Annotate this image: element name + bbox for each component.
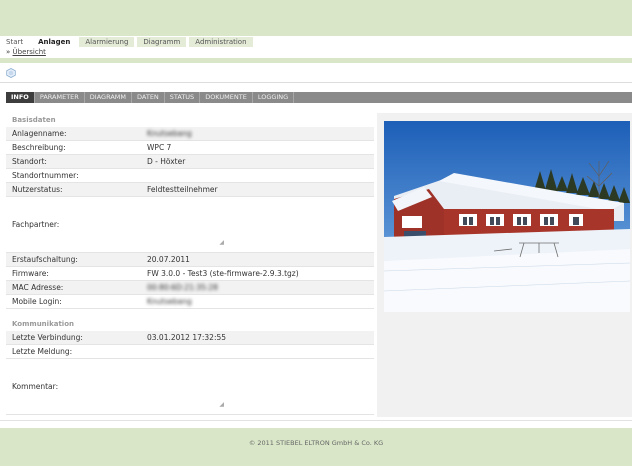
label-standortnummer: Standortnummer: [12, 171, 79, 180]
value-fachpartner [147, 197, 374, 252]
value-letzte-verbindung: 03.01.2012 17:32:55 [147, 333, 227, 342]
tab-info[interactable]: INFO [6, 92, 35, 103]
resize-handle-icon[interactable]: ◢ [219, 398, 224, 411]
row-kommentar: Kommentar: ◢ [6, 359, 374, 415]
footer: © 2011 STIEBEL ELTRON GmbH & Co. KG [0, 428, 632, 466]
copyright-text: © 2011 STIEBEL ELTRON GmbH & Co. KG [248, 439, 384, 447]
value-letzte-meldung [147, 345, 374, 358]
row-mobile-login: Mobile Login: Knutsebang [6, 295, 374, 309]
label-kommentar: Kommentar: [12, 382, 59, 391]
breadcrumb-bar [0, 47, 632, 58]
tab-diagramm-sub[interactable]: DIAGRAMM [85, 92, 133, 103]
value-standort: D - Höxter [147, 157, 186, 166]
breadcrumb-link-uebersicht[interactable]: Übersicht [13, 48, 46, 56]
value-standortnummer [147, 169, 374, 182]
value-anlagenname: Knutsebang [147, 129, 192, 138]
footer-divider [0, 420, 632, 421]
label-anlagenname: Anlagenname: [12, 129, 67, 138]
breadcrumb-prefix: » [6, 48, 11, 56]
section-title-kommunikation: Kommunikation [12, 320, 74, 328]
row-letzte-verbindung: Letzte Verbindung: 03.01.2012 17:32:55 [6, 331, 374, 345]
row-standortnummer: Standortnummer: [6, 169, 374, 183]
value-mobile-login: Knutsebang [147, 297, 192, 306]
tab-administration[interactable]: Administration [189, 37, 253, 47]
label-nutzerstatus: Nutzerstatus: [12, 185, 63, 194]
row-nutzerstatus: Nutzerstatus: Feldtestteilnehmer [6, 183, 374, 197]
divider-band [0, 58, 632, 63]
header-band [0, 0, 632, 36]
value-erstaufschaltung: 20.07.2011 [147, 255, 190, 264]
row-fachpartner: Fachpartner: ◢ [6, 197, 374, 253]
section-title-basisdaten: Basisdaten [12, 116, 56, 124]
tab-start[interactable]: Start [0, 37, 29, 47]
label-mobile-login: Mobile Login: [12, 297, 62, 306]
row-letzte-meldung: Letzte Meldung: [6, 345, 374, 359]
row-anlagenname: Anlagenname: Knutsebang [6, 127, 374, 141]
breadcrumb: » Übersicht [6, 48, 46, 56]
tab-daten[interactable]: DATEN [132, 92, 165, 103]
tab-alarmierung[interactable]: Alarmierung [79, 37, 135, 47]
resize-handle-icon[interactable]: ◢ [219, 236, 224, 249]
tab-status[interactable]: STATUS [165, 92, 201, 103]
divider [0, 82, 632, 83]
sub-nav: INFO PARAMETER DIAGRAMM DATEN STATUS DOK… [6, 92, 632, 103]
label-erstaufschaltung: Erstaufschaltung: [12, 255, 78, 264]
value-beschreibung: WPC 7 [147, 143, 172, 152]
tab-diagramm[interactable]: Diagramm [137, 37, 187, 47]
label-letzte-meldung: Letzte Meldung: [12, 347, 73, 356]
photo-panel [377, 113, 632, 417]
tab-anlagen[interactable]: Anlagen [32, 37, 77, 47]
value-kommentar [147, 359, 374, 414]
tab-parameter[interactable]: PARAMETER [35, 92, 85, 103]
row-mac-adresse: MAC Adresse: 00:80:6D:21:35:28 [6, 281, 374, 295]
row-firmware: Firmware: FW 3.0.0 - Test3 (ste-firmware… [6, 267, 374, 281]
label-mac-adresse: MAC Adresse: [12, 283, 64, 292]
value-firmware: FW 3.0.0 - Test3 (ste-firmware-2.9.3.tgz… [147, 269, 299, 278]
value-nutzerstatus: Feldtestteilnehmer [147, 185, 218, 194]
hexagon-icon[interactable] [6, 68, 16, 78]
main-nav: Start Anlagen Alarmierung Diagramm Admin… [0, 36, 256, 47]
label-beschreibung: Beschreibung: [12, 143, 66, 152]
label-fachpartner: Fachpartner: [12, 220, 60, 229]
row-standort: Standort: D - Höxter [6, 155, 374, 169]
value-mac-adresse: 00:80:6D:21:35:28 [147, 283, 218, 292]
row-beschreibung: Beschreibung: WPC 7 [6, 141, 374, 155]
label-standort: Standort: [12, 157, 47, 166]
label-firmware: Firmware: [12, 269, 49, 278]
device-icon-row [6, 68, 16, 80]
label-letzte-verbindung: Letzte Verbindung: [12, 333, 83, 342]
tab-dokumente[interactable]: DOKUMENTE [200, 92, 253, 103]
row-erstaufschaltung: Erstaufschaltung: 20.07.2011 [6, 253, 374, 267]
installation-photo [384, 121, 630, 312]
info-panel: Basisdaten Anlagenname: Knutsebang Besch… [6, 111, 374, 415]
tab-logging[interactable]: LOGGING [253, 92, 295, 103]
